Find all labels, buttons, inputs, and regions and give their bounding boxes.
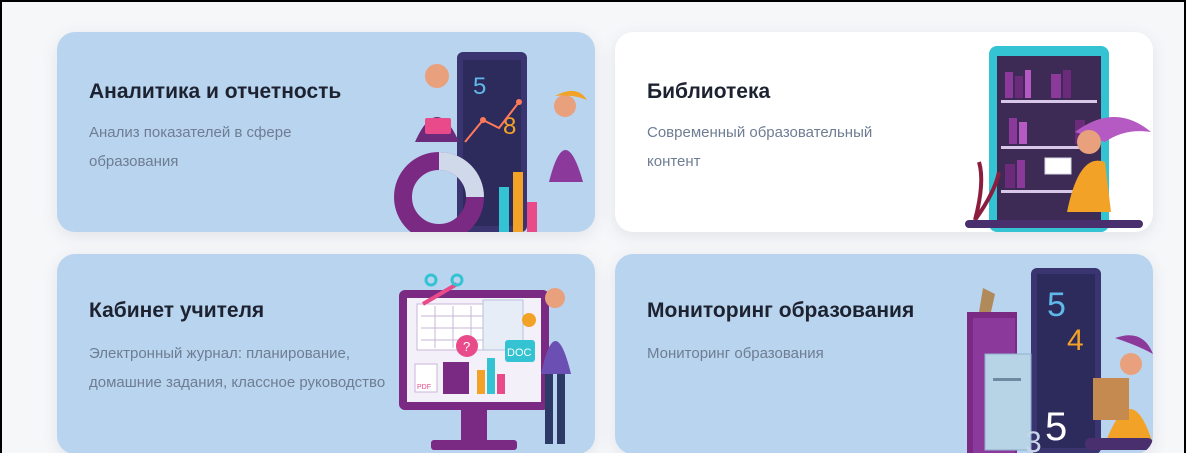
digit-5-label: 5 xyxy=(1047,286,1066,324)
digit-3-label: 3 xyxy=(1025,426,1042,453)
card-analytics-title: Аналитика и отчетность xyxy=(89,80,342,103)
card-monitoring-title: Мониторинг образования xyxy=(647,299,915,322)
card-teacher-title: Кабинет учителя xyxy=(89,299,265,322)
card-teacher[interactable]: Кабинет учителя Электронный журнал: план… xyxy=(57,254,595,453)
digit-4-label: 4 xyxy=(1067,324,1084,357)
teacher-illustration: ? PDF DOC xyxy=(399,273,571,450)
card-library-title: Библиотека xyxy=(647,80,771,103)
monitoring-illustration: 5 4 3 5 xyxy=(967,268,1153,453)
card-analytics-description: Анализ показателей в сфере образования xyxy=(89,124,292,170)
pdf-label: PDF xyxy=(417,384,431,391)
card-library[interactable]: Библиотека Современный образовательный к… xyxy=(615,32,1153,232)
card-monitoring[interactable]: Мониторинг образования Мониторинг образо… xyxy=(615,254,1153,453)
services-grid: Аналитика и отчетность Анализ показателе… xyxy=(0,0,1186,453)
card-library-description: Современный образовательный контент xyxy=(647,124,873,170)
doc-label: DOC xyxy=(507,347,532,359)
analytics-illustration: 5 8 xyxy=(394,52,587,232)
card-teacher-description: Электронный журнал: планирование, домашн… xyxy=(89,345,386,391)
digit-8-label: 8 xyxy=(503,113,516,140)
svg-text:?: ? xyxy=(463,339,470,354)
card-analytics[interactable]: Аналитика и отчетность Анализ показателе… xyxy=(57,32,595,232)
digit-5-bottom-label: 5 xyxy=(1045,405,1067,449)
card-monitoring-description: Мониторинг образования xyxy=(647,345,824,362)
library-illustration xyxy=(965,46,1151,232)
digit-5-label: 5 xyxy=(473,73,486,100)
